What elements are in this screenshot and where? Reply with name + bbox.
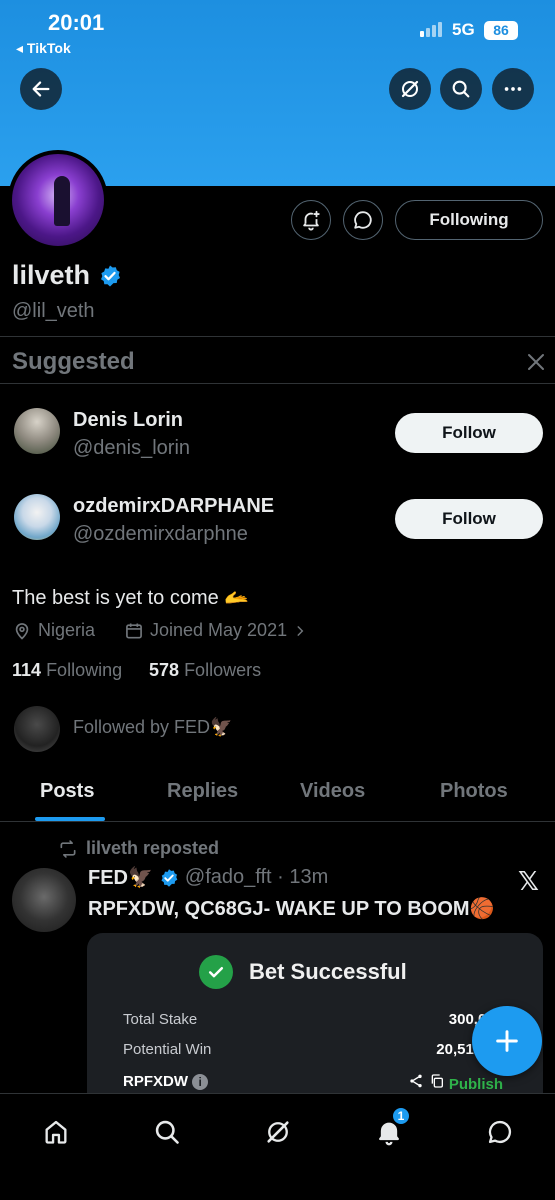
avatar[interactable]: [14, 494, 60, 540]
tab-replies[interactable]: Replies: [167, 780, 238, 803]
avatar[interactable]: [14, 706, 60, 752]
message-icon: [488, 1120, 512, 1144]
following-count[interactable]: 114 Following: [12, 660, 122, 681]
suggested-user-handle[interactable]: @ozdemirxdarphne: [73, 523, 248, 546]
verified-badge-icon: [161, 868, 178, 887]
grok-icon: [267, 1121, 289, 1143]
copy-icon: [431, 1074, 443, 1088]
followers-label: Followers: [184, 660, 262, 680]
tab-videos[interactable]: Videos: [300, 780, 365, 803]
follow-button[interactable]: Follow: [395, 499, 543, 539]
plus-icon: [496, 1030, 518, 1052]
search-icon: [155, 1120, 179, 1144]
more-icon: [504, 87, 522, 91]
bet-title-text: Bet Successful: [249, 959, 407, 984]
back-button[interactable]: [20, 68, 62, 110]
search-icon: [452, 80, 470, 98]
suggested-user-name[interactable]: ozdemirxDARPHANE: [73, 495, 274, 518]
post-author[interactable]: FED🦅: [88, 865, 153, 890]
signal-icon: [420, 22, 442, 37]
following-number: 114: [12, 660, 42, 680]
following-button[interactable]: Following: [395, 200, 543, 240]
joined-date[interactable]: Joined May 2021: [124, 620, 307, 641]
status-time: 20:01: [48, 10, 105, 35]
bet-row: RPFXDW i Publish: [123, 1073, 503, 1093]
check-icon: [199, 955, 233, 989]
suggested-user-handle[interactable]: @denis_lorin: [73, 437, 190, 460]
notification-badge: 1: [391, 1106, 411, 1126]
repost-icon: [60, 839, 76, 858]
battery-icon: 86: [484, 21, 518, 40]
repost-label: lilveth reposted: [86, 838, 220, 858]
message-button[interactable]: [343, 200, 383, 240]
avatar[interactable]: [12, 868, 76, 932]
location: Nigeria: [12, 620, 95, 641]
divider: [0, 336, 555, 337]
avatar[interactable]: [14, 408, 60, 454]
grok-icon: [401, 80, 419, 98]
network-label: 5G: [452, 20, 475, 39]
close-icon[interactable]: [526, 352, 546, 372]
bottom-nav: 1: [0, 1093, 555, 1200]
repost-indicator: lilveth reposted: [58, 838, 219, 859]
tab-posts[interactable]: Posts: [40, 780, 94, 803]
bet-title: Bet Successful: [199, 955, 407, 989]
nav-notifications[interactable]: 1: [369, 1106, 411, 1152]
search-button[interactable]: [440, 68, 482, 110]
grok-button[interactable]: [389, 68, 431, 110]
followers-number: 578: [149, 660, 180, 680]
bell-plus-icon: [303, 210, 320, 231]
nav-grok[interactable]: [258, 1112, 298, 1152]
chevron-right-icon: [297, 625, 304, 636]
share-actions: Publish: [408, 1073, 503, 1093]
message-icon: [354, 211, 372, 229]
profile-name: lilveth: [12, 260, 122, 291]
x-logo-icon: 𝕏: [518, 866, 539, 896]
bet-row-label: Total Stake: [123, 1011, 198, 1028]
suggested-title: Suggested: [12, 348, 135, 375]
nav-messages[interactable]: [480, 1112, 520, 1152]
more-button[interactable]: [492, 68, 534, 110]
follow-button[interactable]: Follow: [395, 413, 543, 453]
post-handle-time[interactable]: @fado_fft · 13m: [185, 866, 328, 889]
info-icon: i: [192, 1074, 209, 1090]
profile-bio: The best is yet to come 🫴: [12, 587, 250, 609]
followed-by-text[interactable]: Followed by FED🦅: [73, 717, 232, 738]
bet-row: Total Stake 300,000: [123, 1011, 503, 1028]
notify-button[interactable]: [291, 200, 331, 240]
publish-label: Publish: [448, 1076, 503, 1093]
bet-code-text: RPFXDW: [123, 1073, 188, 1090]
nav-search[interactable]: [147, 1112, 187, 1152]
calendar-icon: [126, 623, 142, 638]
verified-badge-icon: [101, 265, 121, 286]
profile-handle: @lil_veth: [12, 300, 95, 322]
followers-count[interactable]: 578 Followers: [149, 660, 261, 681]
post-image[interactable]: Bet Successful Total Stake 300,000 Poten…: [87, 933, 543, 1093]
share-icon: [410, 1074, 423, 1088]
bet-row-label: Potential Win: [123, 1041, 212, 1058]
suggested-user-name[interactable]: Denis Lorin: [73, 409, 183, 432]
profile-avatar[interactable]: [8, 150, 108, 250]
bet-row: Potential Win 20,518,61: [123, 1041, 503, 1058]
back-to-app-link[interactable]: ◂ TikTok: [16, 40, 71, 57]
post-header: FED🦅 @fado_fft · 13m: [88, 865, 328, 890]
location-text: Nigeria: [38, 620, 96, 640]
post-text: RPFXDW, QC68GJ- WAKE UP TO BOOM🏀: [88, 898, 495, 920]
bet-code: RPFXDW i: [123, 1073, 209, 1093]
joined-text: Joined May 2021: [150, 620, 288, 640]
tab-photos[interactable]: Photos: [440, 780, 508, 803]
divider: [0, 821, 555, 822]
divider: [0, 383, 555, 384]
display-name: lilveth: [12, 260, 91, 290]
home-icon: [45, 1120, 67, 1144]
arrow-left-icon: [32, 81, 50, 97]
location-pin-icon: [15, 622, 29, 640]
following-label: Following: [46, 660, 123, 680]
compose-button[interactable]: [472, 1006, 542, 1076]
nav-home[interactable]: [36, 1112, 76, 1152]
